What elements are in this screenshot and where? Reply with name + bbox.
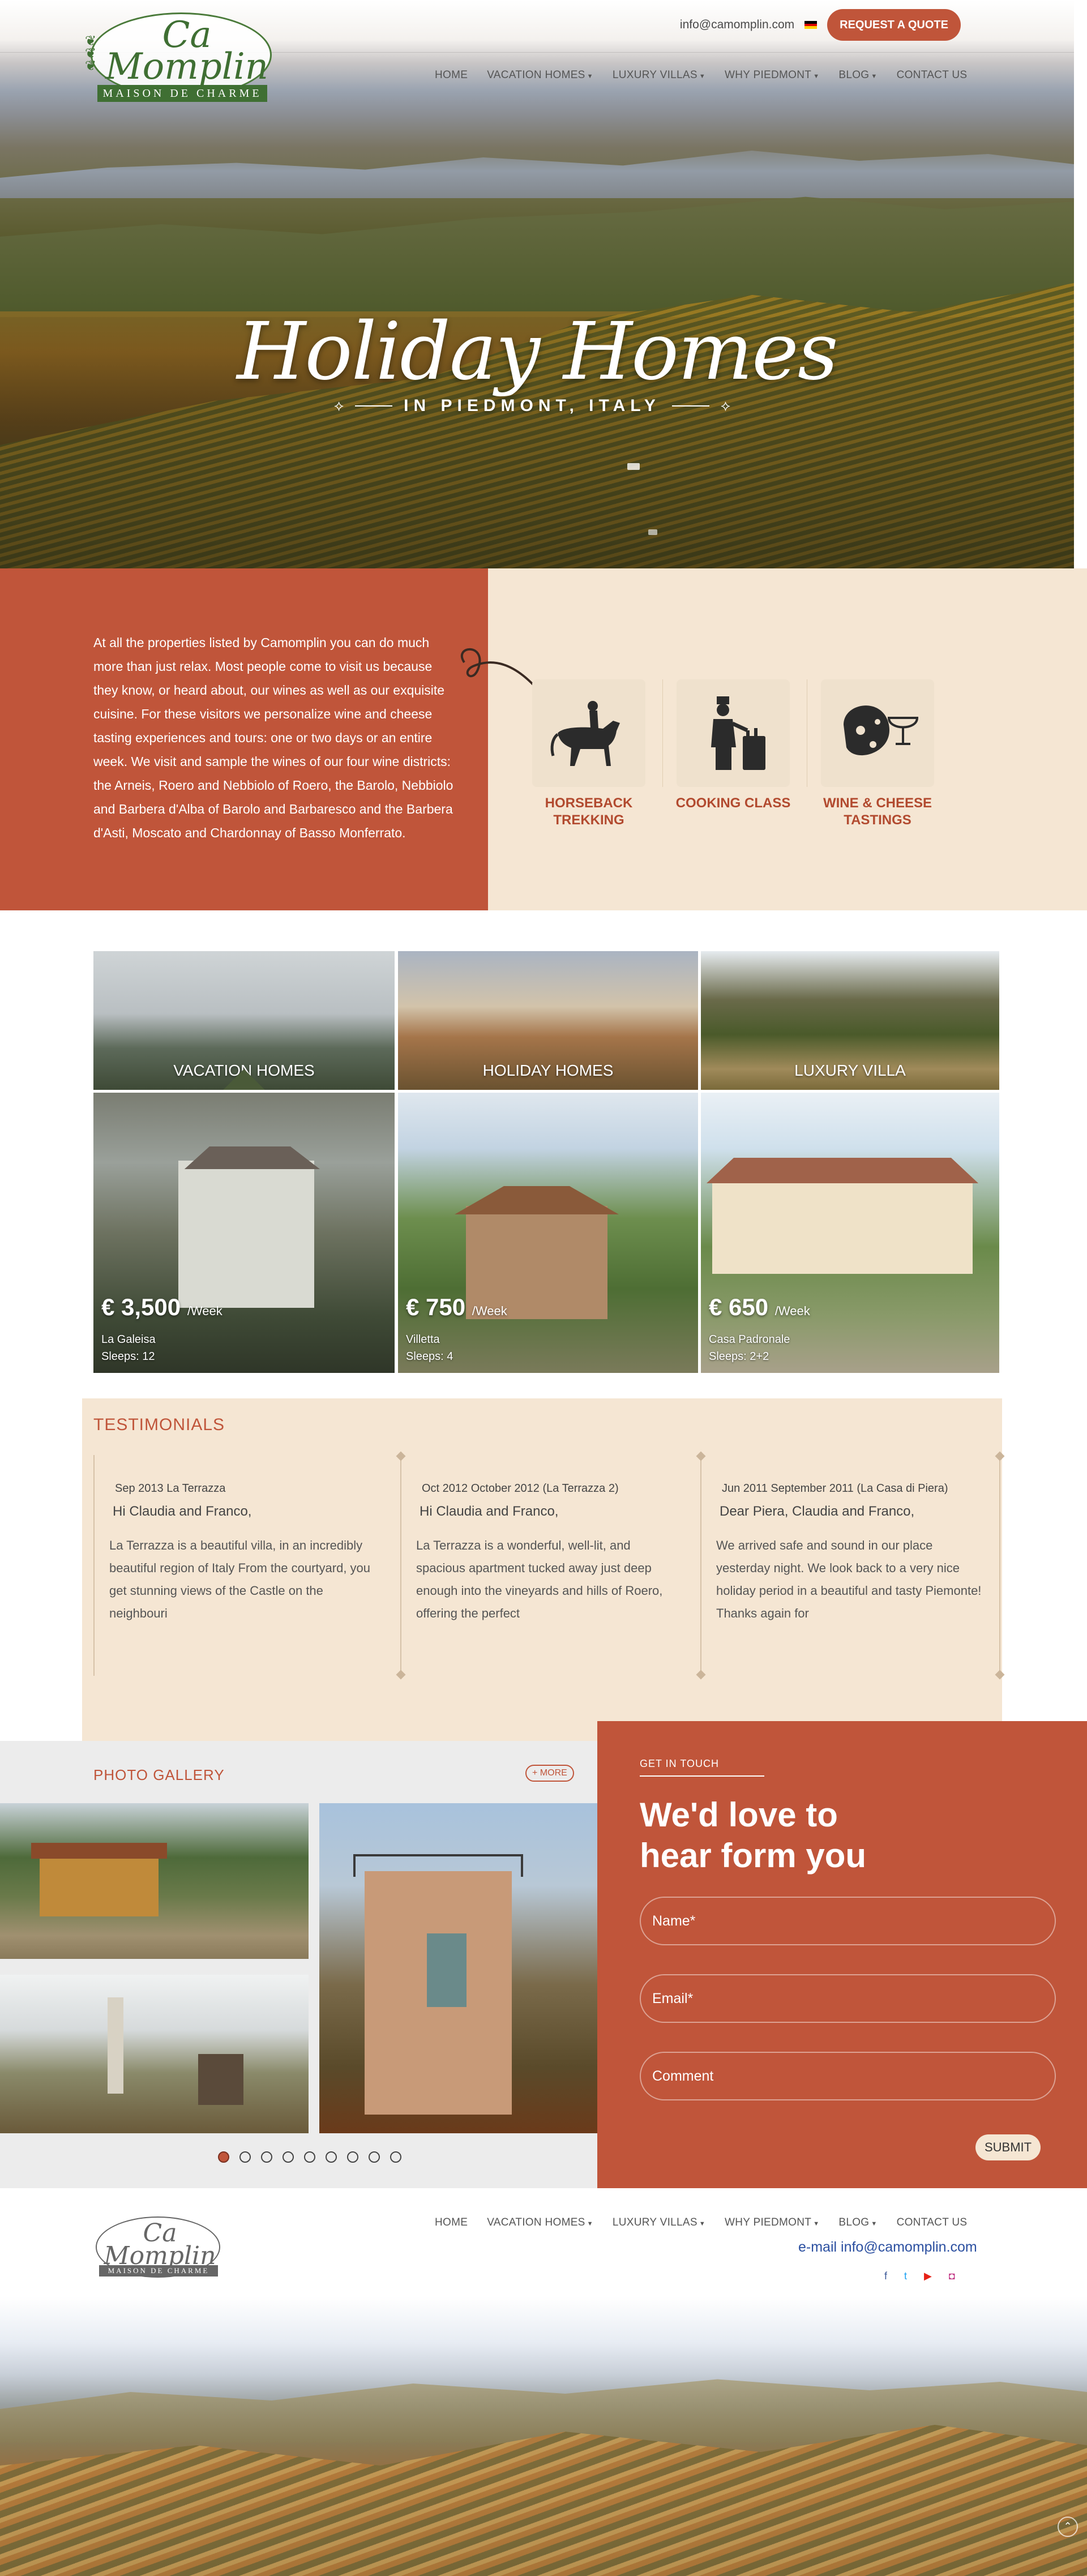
hero-title: Holiday Homes	[237, 306, 838, 398]
hero-mountains	[0, 151, 1074, 198]
intro-panel: At all the properties listed by Camompli…	[0, 568, 488, 910]
german-flag-icon[interactable]	[804, 21, 818, 29]
gallery-dot[interactable]	[390, 2151, 401, 2163]
activity-wine-cheese[interactable]: WINE & CHEESE TASTINGS	[810, 679, 945, 829]
gallery-pagination	[218, 2151, 401, 2163]
hero-hills	[0, 196, 1074, 311]
slider-indicator[interactable]	[627, 463, 640, 470]
more-button[interactable]: + MORE	[525, 1765, 574, 1782]
gallery-image[interactable]	[319, 1803, 597, 2133]
gallery-dot[interactable]	[283, 2151, 294, 2163]
gallery-dot[interactable]	[347, 2151, 358, 2163]
intro-text: At all the properties listed by Camompli…	[93, 635, 453, 840]
hero-subtitle: ⟡ IN PIEDMONT, ITALY ⟡	[334, 396, 731, 415]
chevron-down-icon: ▼	[813, 2220, 820, 2227]
footer: Ca Momplin MAISON DE CHARME HOME VACATION…	[0, 2188, 1087, 2576]
gallery-dot[interactable]	[369, 2151, 380, 2163]
header-email-link[interactable]: info@camomplin.com	[680, 18, 794, 32]
chevron-down-icon: ▼	[587, 73, 593, 80]
gallery-dot[interactable]	[304, 2151, 315, 2163]
hero-banner: ❦ ❦ ❦ Ca Momplin MAISON DE CHARME info@cam…	[0, 0, 1074, 568]
nav-item-home[interactable]: HOME	[435, 69, 468, 82]
tab-vacation-homes[interactable]: VACATION HOMES	[93, 951, 395, 1090]
property-card[interactable]: € 650 /Week Casa Padronale Sleeps: 2+2	[701, 1093, 999, 1373]
testimonial-card[interactable]: Oct 2012 October 2012 (La Terrazza 2) Hi…	[400, 1455, 701, 1676]
footer-nav-item-contact-us[interactable]: CONTACT US	[897, 2216, 968, 2229]
footer-logo[interactable]: Ca Momplin MAISON DE CHARME	[93, 2216, 224, 2282]
chef-icon	[677, 679, 790, 787]
arrow-left-icon: ⟡	[334, 397, 344, 414]
arrow-right-icon: ⟡	[720, 397, 731, 414]
chevron-down-icon: ▼	[871, 2220, 878, 2227]
youtube-icon[interactable]: ▶	[924, 2270, 932, 2282]
name-field[interactable]: Name*	[640, 1897, 1056, 1945]
wine-cheese-icon	[821, 679, 934, 787]
property-card[interactable]: € 750 /Week Villetta Sleeps: 4	[398, 1093, 698, 1373]
gallery-dot[interactable]	[326, 2151, 337, 2163]
nav-item-blog[interactable]: BLOG ▼	[838, 69, 877, 82]
contact-form: GET IN TOUCH We'd love to hear form you N…	[597, 1721, 1087, 2188]
gallery-image[interactable]	[0, 1803, 309, 1959]
property-card[interactable]: € 3,500 /Week La Galeisa Sleeps: 12	[93, 1093, 395, 1373]
comment-field[interactable]: Comment	[640, 2052, 1056, 2100]
scroll-to-top-icon[interactable]: ⌃	[1058, 2517, 1078, 2537]
property-tabs: VACATION HOMES HOLIDAY HOMES LUXURY VILL…	[93, 951, 999, 1093]
tab-luxury-villa[interactable]: LUXURY VILLA	[701, 951, 999, 1090]
nav-item-contact-us[interactable]: CONTACT US	[897, 69, 968, 82]
request-quote-button[interactable]: REQUEST A QUOTE	[827, 9, 961, 41]
chevron-down-icon: ▼	[813, 73, 820, 80]
gallery-title: PHOTO GALLERY	[93, 1766, 225, 1783]
testimonial-card[interactable]: Sep 2013 La Terrazza Hi Claudia and Fran…	[93, 1455, 401, 1676]
social-links: f t ▶ ◘	[884, 2270, 955, 2282]
tab-holiday-homes[interactable]: HOLIDAY HOMES	[398, 951, 698, 1090]
gallery-dot[interactable]	[239, 2151, 251, 2163]
nav-item-why-piedmont[interactable]: WHY PIEDMONT ▼	[725, 69, 819, 82]
footer-email-link[interactable]: e-mail info@camomplin.com	[798, 2239, 977, 2256]
activity-cooking-class[interactable]: COOKING CLASS	[665, 679, 801, 812]
activity-horseback[interactable]: HORSEBACK TREKKING	[521, 679, 657, 829]
footer-nav-item-why-piedmont[interactable]: WHY PIEDMONT ▼	[725, 2216, 819, 2229]
section-title: TESTIMONIALS	[93, 1415, 225, 1434]
testimonials-section: TESTIMONIALS Sep 2013 La Terrazza Hi Cla…	[82, 1398, 1002, 1741]
site-logo[interactable]: ❦ ❦ ❦ Ca Momplin MAISON DE CHARME	[85, 12, 277, 104]
chevron-down-icon: ▼	[699, 2220, 706, 2227]
twitter-icon[interactable]: t	[904, 2270, 907, 2282]
testimonial-card[interactable]: Jun 2011 September 2011 (La Casa di Pier…	[700, 1455, 1000, 1676]
header-contact-bar: info@camomplin.com REQUEST A QUOTE	[680, 9, 961, 41]
main-nav: HOME VACATION HOMES ▼ LUXURY VILLAS ▼ WHY PIE…	[435, 69, 967, 82]
gallery-image[interactable]	[0, 1975, 309, 2133]
submit-button[interactable]: SUBMIT	[975, 2134, 1041, 2160]
horse-rider-icon	[532, 679, 645, 787]
facebook-icon[interactable]: f	[884, 2270, 887, 2282]
email-field[interactable]: Email*	[640, 1974, 1056, 2023]
footer-nav-item-home[interactable]: HOME	[435, 2216, 468, 2229]
footer-nav-item-blog[interactable]: BLOG ▼	[838, 2216, 877, 2229]
chevron-down-icon: ▼	[871, 73, 878, 80]
nav-item-vacation-homes[interactable]: VACATION HOMES ▼	[487, 69, 593, 82]
nav-item-luxury-villas[interactable]: LUXURY VILLAS ▼	[613, 69, 705, 82]
footer-nav-item-vacation-homes[interactable]: VACATION HOMES ▼	[487, 2216, 593, 2229]
footer-nav: HOME VACATION HOMES ▼ LUXURY VILLAS ▼ WHY PIE…	[435, 2216, 967, 2229]
chevron-down-icon: ▼	[699, 73, 706, 80]
contact-heading: We'd love to hear form you	[640, 1796, 867, 1875]
chevron-down-icon: ▼	[587, 2220, 593, 2227]
footer-nav-item-luxury-villas[interactable]: LUXURY VILLAS ▼	[613, 2216, 705, 2229]
instagram-icon[interactable]: ◘	[949, 2270, 955, 2282]
laurel-icon: ❦ ❦ ❦	[85, 33, 97, 74]
gallery-dot[interactable]	[218, 2151, 229, 2163]
gallery-dot[interactable]	[261, 2151, 272, 2163]
